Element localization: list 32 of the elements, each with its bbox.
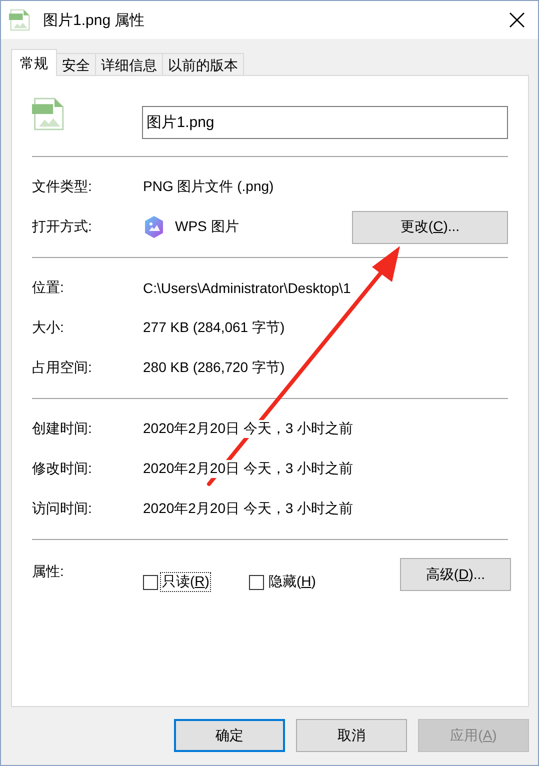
field-label: 创建时间: xyxy=(32,420,93,438)
checkbox[interactable] xyxy=(143,574,158,590)
app-icon xyxy=(143,215,165,239)
field-label: 位置: xyxy=(32,279,65,297)
field-value: PNG 图片文件 (.png) xyxy=(143,178,274,196)
field-label: 属性: xyxy=(32,562,65,581)
checkbox-label[interactable]: 只读(R) xyxy=(160,572,212,592)
field-label: 占用空间: xyxy=(32,359,93,377)
tab[interactable]: 常规 xyxy=(11,49,57,76)
checkbox[interactable] xyxy=(249,574,264,590)
field-label: 打开方式: xyxy=(32,218,93,236)
tab[interactable]: 以前的版本 xyxy=(162,53,244,76)
window-title: 图片1.png 属性 xyxy=(43,10,146,30)
advanced-button[interactable]: 高级(D)... xyxy=(400,558,511,591)
field-label: 访问时间: xyxy=(32,500,93,518)
dialog-button[interactable]: 取消 xyxy=(296,719,407,752)
checkbox-label[interactable]: 隐藏(H) xyxy=(266,572,318,592)
field-value: 2020年2月20日 今天，3 小时之前 xyxy=(143,460,354,478)
field-value: 280 KB (286,720 字节) xyxy=(143,359,285,377)
field-label: 修改时间: xyxy=(32,460,93,478)
field-value: 277 KB (284,061 字节) xyxy=(143,319,285,337)
field-label: 文件类型: xyxy=(32,178,93,196)
field-value: C:\Users\Administrator\Desktop\1 xyxy=(143,280,351,296)
change-button[interactable]: 更改(C)... xyxy=(352,210,508,244)
name-field[interactable]: 图片1.png xyxy=(142,106,508,138)
app-name: WPS 图片 xyxy=(175,218,239,236)
close-icon[interactable] xyxy=(508,11,526,29)
file-icon xyxy=(9,8,31,32)
field-value: 2020年2月20日 今天，3 小时之前 xyxy=(143,420,354,438)
field-value: 2020年2月20日 今天，3 小时之前 xyxy=(143,500,354,518)
field-label: 大小: xyxy=(32,319,65,337)
dialog-button[interactable]: 确定 xyxy=(174,719,285,752)
